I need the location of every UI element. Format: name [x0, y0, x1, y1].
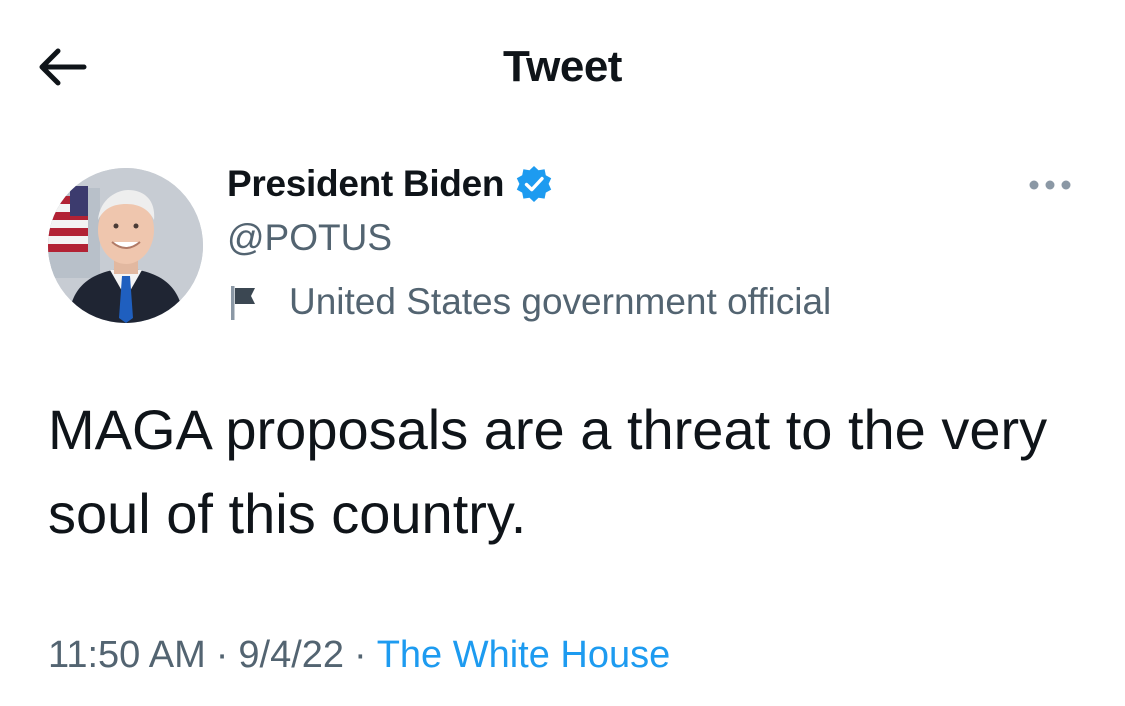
tweet-date[interactable]: 9/4/22: [238, 634, 344, 676]
separator-dot: ·: [215, 634, 229, 676]
avatar[interactable]: [48, 168, 203, 323]
more-horizontal-icon: [1029, 180, 1071, 190]
affiliation-text: United States government official: [289, 281, 832, 322]
profile-photo: [48, 168, 203, 323]
tweet-metadata: 11:50 AM · 9/4/22 · The White House: [48, 630, 670, 680]
flag-icon: [231, 286, 255, 320]
tweet-time[interactable]: 11:50 AM: [48, 634, 206, 676]
author-handle[interactable]: @POTUS: [227, 214, 392, 262]
separator-dot: ·: [354, 634, 367, 676]
affiliation-label: United States government official: [227, 278, 831, 326]
tweet-source-link[interactable]: The White House: [377, 634, 671, 676]
author-name[interactable]: President Biden: [227, 160, 504, 208]
verified-badge-icon: [516, 166, 552, 202]
tweet-text: MAGA proposals are a threat to the very …: [48, 398, 1048, 545]
top-nav-bar: Tweet: [0, 0, 1125, 130]
page-title: Tweet: [503, 42, 622, 91]
more-options-button[interactable]: [1020, 168, 1080, 202]
author-name-row[interactable]: President Biden: [227, 160, 554, 208]
